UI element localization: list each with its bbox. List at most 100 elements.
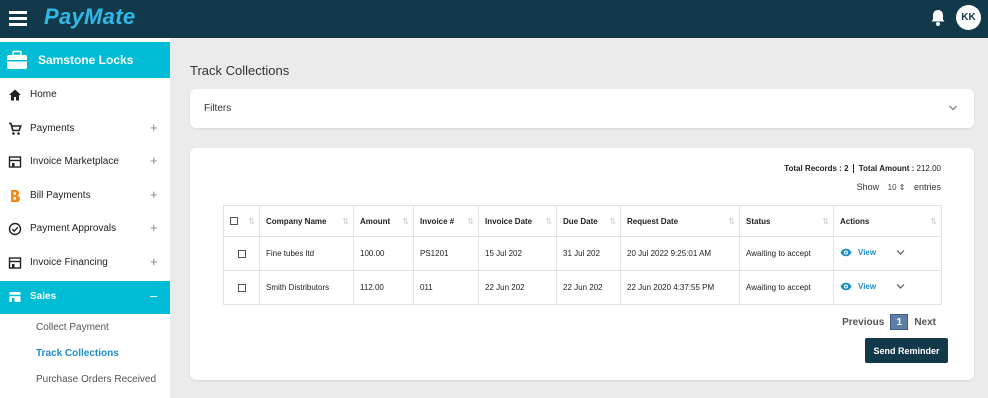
sidebar-subitem-purchase-orders-received[interactable]: Purchase Orders Received — [36, 374, 156, 385]
user-avatar[interactable]: KK — [956, 5, 981, 30]
menu-icon[interactable] — [9, 11, 27, 26]
sort-icon[interactable]: ⇅ — [822, 217, 829, 226]
table-row: Smith Distributors 112.00 011 22 Jun 202… — [223, 270, 942, 305]
column-header-company[interactable]: Company Name ⇅ — [259, 205, 354, 237]
sidebar-item-bill-payments[interactable]: Bill Payments + — [0, 180, 170, 213]
cell-status: Awaiting to accept — [739, 236, 834, 271]
table-row: Fine tubes ltd 100.00 PS1201 15 Jul 202 … — [223, 236, 942, 271]
eye-icon[interactable] — [840, 282, 852, 291]
entries-select[interactable]: 10 ⇕ — [885, 183, 909, 192]
total-records-value: 2 — [844, 164, 849, 173]
brand-logo: PayMate — [44, 4, 136, 29]
expand-plus-icon[interactable]: + — [150, 153, 158, 168]
column-header-actions: Actions ⇅ — [833, 205, 942, 237]
sidebar-item-payment-approvals[interactable]: Payment Approvals + — [0, 213, 170, 246]
briefcase-icon — [7, 50, 27, 69]
cell-company: Smith Distributors — [259, 270, 354, 305]
column-header-invoice-date[interactable]: Invoice Date ⇅ — [478, 205, 557, 237]
sidebar-item-sales[interactable]: Sales – — [0, 281, 170, 314]
sidebar-subitem-track-collections[interactable]: Track Collections — [36, 348, 119, 359]
send-reminder-button[interactable]: Send Reminder — [865, 338, 948, 363]
pagination: Previous 1 Next — [842, 314, 936, 330]
select-all-checkbox[interactable] — [230, 217, 238, 226]
store-icon — [8, 156, 22, 168]
top-bar: PayMate KK — [0, 0, 988, 38]
cell-amount: 112.00 — [353, 270, 414, 305]
cell-actions: View — [833, 270, 942, 305]
check-circle-icon — [8, 222, 22, 236]
company-header: Samstone Locks — [0, 42, 170, 78]
chevron-down-icon[interactable] — [948, 103, 958, 113]
sort-icon[interactable]: ⇅ — [609, 217, 616, 226]
entries-label: entries — [913, 182, 941, 192]
expand-plus-icon[interactable]: + — [150, 254, 158, 269]
cell-request-date: 22 Jun 2020 4:37:55 PM — [620, 270, 740, 305]
sort-icon[interactable]: ⇅ — [342, 217, 349, 226]
cart-icon — [9, 122, 22, 135]
column-header-invoice-number[interactable]: Invoice # ⇅ — [413, 205, 479, 237]
company-name: Samstone Locks — [38, 53, 134, 67]
store-icon — [9, 292, 21, 302]
row-checkbox[interactable] — [237, 283, 246, 292]
next-page-button[interactable]: Next — [914, 317, 936, 328]
total-amount-label: Total Amount : — [858, 164, 915, 173]
column-header-amount[interactable]: Amount ⇅ — [353, 205, 414, 237]
view-link[interactable]: View — [858, 282, 876, 291]
sidebar-item-label: Payment Approvals — [30, 223, 117, 234]
bill-payments-b-icon — [11, 190, 21, 203]
sort-icon[interactable]: ⇅ — [728, 217, 735, 226]
select-all-header: ⇅ — [223, 205, 260, 237]
page-title: Track Collections — [190, 63, 290, 78]
collections-card: Total Records : 2 Total Amount : 212.00 … — [190, 148, 974, 380]
sidebar-item-label: Sales — [30, 291, 57, 302]
filters-label: Filters — [204, 103, 232, 114]
eye-icon[interactable] — [840, 248, 852, 257]
sidebar-item-payments[interactable]: Payments + — [0, 113, 170, 146]
sidebar-item-home[interactable]: Home — [0, 79, 170, 112]
column-header-request-date[interactable]: Request Date ⇅ — [620, 205, 740, 237]
view-link[interactable]: View — [858, 248, 876, 257]
total-records-label: Total Records : — [784, 164, 842, 173]
sort-icon[interactable]: ⇅ — [930, 217, 937, 226]
cell-invoice-number: PS1201 — [413, 236, 479, 271]
cell-due-date: 31 Jul 202 — [556, 236, 621, 271]
row-checkbox[interactable] — [237, 249, 246, 258]
sort-icon[interactable]: ⇅ — [467, 217, 474, 226]
cell-company: Fine tubes ltd — [259, 236, 354, 271]
show-entries: Show 10 ⇕ entries — [857, 182, 941, 192]
notification-bell-icon[interactable] — [930, 9, 946, 27]
page-number-button[interactable]: 1 — [890, 314, 909, 330]
chevron-down-icon[interactable] — [896, 283, 905, 290]
store-icon — [8, 257, 22, 269]
total-amount-value: 212.00 — [916, 164, 941, 173]
cell-due-date: 22 Jun 202 — [556, 270, 621, 305]
expand-plus-icon[interactable]: + — [150, 220, 158, 235]
expand-plus-icon[interactable]: + — [150, 120, 158, 135]
sidebar-subitem-collect-payment[interactable]: Collect Payment — [36, 322, 109, 333]
sidebar-item-label: Payments — [30, 123, 75, 134]
sort-icon[interactable]: ⇅ — [248, 217, 255, 226]
cell-request-date: 20 Jul 2022 9:25:01 AM — [620, 236, 740, 271]
sidebar-item-invoice-financing[interactable]: Invoice Financing + — [0, 247, 170, 280]
chevron-down-icon[interactable] — [896, 249, 905, 256]
cell-actions: View — [833, 236, 942, 271]
previous-page-button[interactable]: Previous — [842, 317, 884, 328]
sidebar-item-label: Invoice Marketplace — [30, 156, 119, 167]
cell-invoice-date: 22 Jun 202 — [478, 270, 557, 305]
home-icon — [9, 89, 21, 101]
cell-invoice-date: 15 Jul 202 — [478, 236, 557, 271]
sidebar-item-invoice-marketplace[interactable]: Invoice Marketplace + — [0, 146, 170, 179]
sidebar-item-label: Home — [30, 89, 57, 100]
column-header-status[interactable]: Status ⇅ — [739, 205, 834, 237]
table-header-row: ⇅ Company Name ⇅ Amount ⇅ Invoice # ⇅ Invoi… — [223, 205, 942, 237]
collapse-minus-icon[interactable]: – — [150, 288, 157, 303]
cell-status: Awaiting to accept — [739, 270, 834, 305]
show-label: Show — [856, 182, 880, 192]
expand-plus-icon[interactable]: + — [150, 187, 158, 202]
filters-panel[interactable]: Filters — [190, 89, 974, 128]
column-header-due-date[interactable]: Due Date ⇅ — [556, 205, 621, 237]
sort-icon[interactable]: ⇅ — [402, 217, 409, 226]
cell-amount: 100.00 — [353, 236, 414, 271]
sort-icon[interactable]: ⇅ — [545, 217, 552, 226]
sidebar-item-label: Invoice Financing — [30, 257, 108, 268]
